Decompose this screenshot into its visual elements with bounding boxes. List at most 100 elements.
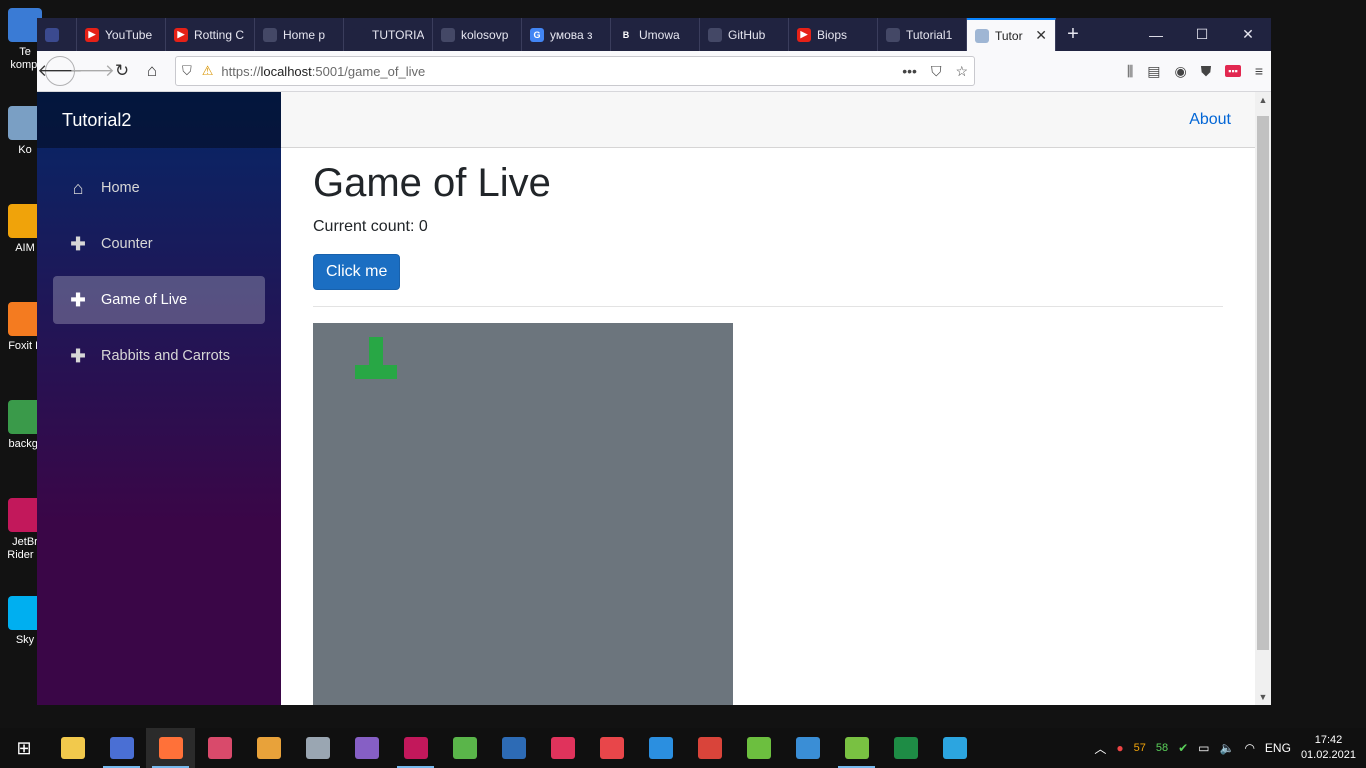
app-glyph [648, 737, 673, 759]
alive-cell[interactable] [369, 351, 383, 365]
taskbar-vscode-icon[interactable] [636, 728, 685, 768]
ublock-icon[interactable]: ⛊ [1201, 63, 1212, 80]
volume-icon[interactable]: 🔈 [1219, 741, 1234, 755]
language-indicator[interactable]: ENG [1265, 741, 1291, 755]
taskbar-paint-icon[interactable] [195, 728, 244, 768]
sidebar-icon[interactable]: ▤ [1147, 63, 1160, 80]
tab-label: GitHub [728, 27, 766, 42]
content: Game of Live Current count: 0 Click me [281, 148, 1255, 705]
tray-expand-icon[interactable]: ︿ [1094, 740, 1106, 757]
about-link[interactable]: About [1189, 111, 1231, 129]
taskbar-notepad-icon[interactable] [832, 728, 881, 768]
taskbar-rider-icon[interactable] [391, 728, 440, 768]
taskbar-firefox-icon[interactable] [146, 728, 195, 768]
taskbar-intellij-icon[interactable] [538, 728, 587, 768]
close-tab-icon[interactable]: ✕ [1035, 27, 1047, 44]
game-board[interactable] [313, 323, 733, 705]
alive-cell[interactable] [355, 365, 369, 379]
browser-tab[interactable] [37, 18, 77, 51]
page-scrollbar[interactable]: ▲ ▼ [1255, 92, 1271, 705]
tray-app-icon[interactable]: ● [1116, 741, 1123, 755]
alive-cell[interactable] [369, 365, 383, 379]
bookmark-star-icon[interactable]: ☆ [955, 63, 968, 80]
sidebar-item-home[interactable]: ⌂ Home [53, 164, 265, 212]
app-glyph [844, 737, 869, 759]
taskbar-notes-icon[interactable] [244, 728, 293, 768]
taskbar-visual-studio-icon[interactable] [342, 728, 391, 768]
taskbar-settings-icon[interactable] [587, 728, 636, 768]
network-icon[interactable]: ◠ [1244, 741, 1254, 755]
browser-tab[interactable]: ▶ Biops [789, 18, 878, 51]
shield-icon[interactable]: ⛉ [182, 63, 192, 79]
current-count: Current count: 0 [313, 218, 428, 235]
browser-tab[interactable]: TUTORIAL2_H [344, 18, 433, 51]
app-glyph [893, 737, 918, 759]
taskbar-save-app-icon[interactable] [97, 728, 146, 768]
app-glyph [60, 737, 85, 759]
taskbar-cleaner-icon[interactable] [685, 728, 734, 768]
tab-favicon-icon [975, 28, 989, 43]
tab-favicon-icon: ▶ [85, 27, 99, 42]
scroll-thumb[interactable] [1257, 116, 1269, 650]
browser-tab[interactable]: kolosovp [433, 18, 522, 51]
app-glyph [256, 737, 281, 759]
windows-start-icon[interactable]: ⊞ [0, 728, 48, 768]
browser-tab[interactable]: Tutorial1 [878, 18, 967, 51]
taskbar-excel-icon[interactable] [881, 728, 930, 768]
home-icon: ⌂ [72, 177, 84, 198]
pocket-icon[interactable]: ⛉ [931, 63, 942, 80]
scroll-down-icon[interactable]: ▼ [1255, 689, 1271, 705]
maximize-button[interactable]: ☐ [1179, 18, 1225, 51]
scroll-up-icon[interactable]: ▲ [1255, 92, 1271, 108]
minimize-button[interactable]: — [1133, 18, 1179, 51]
tab-favicon-icon [886, 27, 900, 42]
taskbar-powershell-icon[interactable] [489, 728, 538, 768]
home-button[interactable]: ⌂ [137, 56, 167, 86]
window-controls: — ☐ ✕ [1133, 18, 1271, 51]
alive-cell[interactable] [369, 337, 383, 351]
browser-tab[interactable]: B Umowa [611, 18, 700, 51]
security-icon[interactable]: ✔ [1178, 741, 1188, 755]
reload-button[interactable]: ↻ [107, 56, 137, 86]
clock-time: 17:42 [1314, 734, 1343, 746]
sidebar-item-counter[interactable]: ✚ Counter [53, 220, 265, 268]
extension-icon[interactable]: ▪▪▪ [1225, 65, 1241, 77]
taskbar-file-explorer-icon[interactable] [48, 728, 97, 768]
address-bar[interactable]: ⛉ ⚠ https://localhost:5001/game_of_live … [175, 56, 975, 86]
app-brand[interactable]: Tutorial2 [37, 92, 281, 148]
taskbar-box-icon[interactable] [783, 728, 832, 768]
browser-tab[interactable]: ▶ YouTube [77, 18, 166, 51]
tab-favicon-icon: ▶ [797, 27, 811, 42]
account-icon[interactable]: ◉ [1175, 63, 1187, 80]
browser-tab[interactable]: Gумова з [522, 18, 611, 51]
close-window-button[interactable]: ✕ [1225, 18, 1271, 51]
menu-icon[interactable]: ≡ [1255, 63, 1263, 79]
tab-label: Tutor [995, 28, 1023, 43]
browser-tab[interactable]: ▶ Rotting C [166, 18, 255, 51]
taskbar-telegram-icon[interactable] [930, 728, 979, 768]
forward-button[interactable]: 🡒 [69, 56, 115, 86]
library-icon[interactable]: ⫼ [1127, 63, 1133, 80]
alive-cell[interactable] [383, 365, 397, 379]
sidebar-item-rabbits-and-carrots[interactable]: ✚ Rabbits and Carrots [53, 332, 265, 380]
tab-label: Biops [817, 27, 848, 42]
cpu-temp: 57 [1133, 742, 1146, 754]
clock[interactable]: 17:42 01.02.2021 [1301, 733, 1356, 763]
browser-tab[interactable]: Home p [255, 18, 344, 51]
sidebar-item-label: Game of Live [101, 292, 188, 308]
url-text[interactable]: https://localhost:5001/game_of_live [221, 64, 425, 79]
click-me-button[interactable]: Click me [313, 254, 401, 290]
browser-tab[interactable]: Tutor ✕ [967, 18, 1056, 51]
sidebar-item-game-of-live[interactable]: ✚ Game of Live [53, 276, 265, 324]
taskbar-git-icon[interactable] [734, 728, 783, 768]
page-actions-icon[interactable]: ••• [902, 63, 917, 80]
taskbar-apps [48, 728, 979, 768]
battery-icon[interactable]: ▭ [1198, 741, 1209, 755]
browser-tab[interactable]: GitHub [700, 18, 789, 51]
taskbar-tools-icon[interactable] [440, 728, 489, 768]
app-glyph [599, 737, 624, 759]
taskbar-scanner-icon[interactable] [293, 728, 342, 768]
plus-icon: ✚ [70, 289, 86, 310]
new-tab-button[interactable]: + [1056, 18, 1090, 51]
insecure-lock-icon[interactable]: ⚠ [202, 63, 214, 79]
